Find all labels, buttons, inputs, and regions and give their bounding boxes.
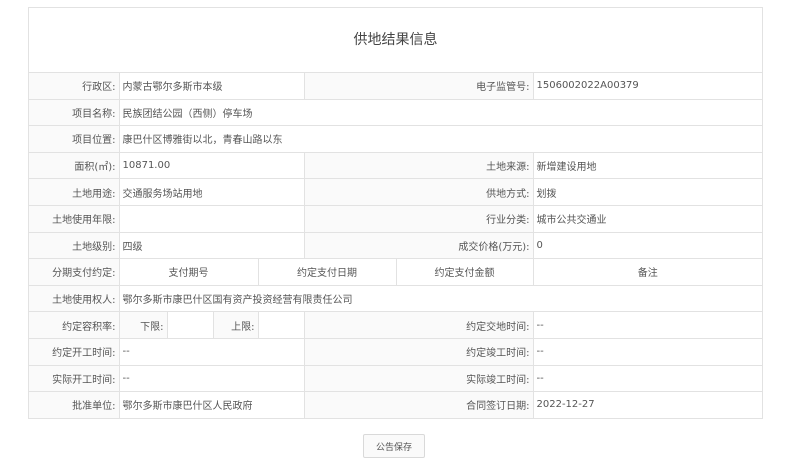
project-location-label: 项目位置: bbox=[29, 125, 120, 153]
actual-completion-value: -- bbox=[532, 364, 762, 393]
save-notice-button[interactable]: 公告保存 bbox=[363, 434, 425, 458]
row-area: 面积(㎡): 10871.00 土地来源: 新增建设用地 bbox=[29, 151, 762, 180]
payment-column-header: 约定支付金额 bbox=[395, 258, 534, 286]
land-use-label: 土地用途: bbox=[29, 178, 120, 206]
agreed-delivery-label: 约定交地时间: bbox=[303, 311, 534, 339]
land-source-label: 土地来源: bbox=[303, 151, 534, 180]
lower-limit-label: 下限: bbox=[118, 311, 168, 339]
land-source-value: 新增建设用地 bbox=[532, 151, 762, 180]
row-actual-start: 实际开工时间: -- 实际竣工时间: -- bbox=[29, 364, 762, 393]
contract-date-label: 合同签订日期: bbox=[303, 391, 534, 419]
land-user-label: 土地使用权人: bbox=[29, 284, 120, 313]
agreed-completion-value: -- bbox=[532, 337, 762, 366]
use-term-value bbox=[118, 204, 305, 233]
contract-date-value: 2022-12-27 bbox=[532, 391, 762, 419]
land-grade-label: 土地级别: bbox=[29, 231, 120, 260]
row-project-name: 项目名称: 民族团结公园（西侧）停车场 bbox=[29, 98, 762, 127]
use-term-label: 土地使用年限: bbox=[29, 204, 120, 233]
page-title: 供地结果信息 bbox=[29, 8, 762, 73]
row-land-grade: 土地级别: 四级 成交价格(万元): 0 bbox=[29, 231, 762, 260]
row-agreed-start: 约定开工时间: -- 约定竣工时间: -- bbox=[29, 337, 762, 366]
row-project-location: 项目位置: 康巴什区博雅街以北，青春山路以东 bbox=[29, 125, 762, 153]
upper-limit-value bbox=[257, 311, 305, 339]
price-label: 成交价格(万元): bbox=[303, 231, 534, 260]
payment-column-header: 约定支付日期 bbox=[257, 258, 397, 286]
row-approval: 批准单位: 鄂尔多斯市康巴什区人民政府 合同签订日期: 2022-12-27 bbox=[29, 391, 762, 419]
row-installments: 分期支付约定: 支付期号 约定支付日期 约定支付金额 备注 bbox=[29, 258, 762, 286]
row-land-use: 土地用途: 交通服务场站用地 供地方式: 划拨 bbox=[29, 178, 762, 206]
approval-unit-value: 鄂尔多斯市康巴什区人民政府 bbox=[118, 391, 305, 419]
supervision-no-label: 电子监管号: bbox=[303, 73, 534, 100]
area-value: 10871.00 bbox=[118, 151, 305, 180]
supply-method-label: 供地方式: bbox=[303, 178, 534, 206]
supply-method-value: 划拨 bbox=[532, 178, 762, 206]
area-label: 面积(㎡): bbox=[29, 151, 120, 180]
row-land-user: 土地使用权人: 鄂尔多斯市康巴什区国有资产投资经营有限责任公司 bbox=[29, 284, 762, 313]
actual-completion-label: 实际竣工时间: bbox=[303, 364, 534, 393]
price-value: 0 bbox=[532, 231, 762, 260]
approval-unit-label: 批准单位: bbox=[29, 391, 120, 419]
payment-column-header: 支付期号 bbox=[118, 258, 259, 286]
project-name-label: 项目名称: bbox=[29, 98, 120, 127]
industry-label: 行业分类: bbox=[303, 204, 534, 233]
industry-value: 城市公共交通业 bbox=[532, 204, 762, 233]
district-value: 内蒙古鄂尔多斯市本级 bbox=[118, 73, 305, 100]
land-user-value: 鄂尔多斯市康巴什区国有资产投资经营有限责任公司 bbox=[118, 284, 762, 313]
land-grade-value: 四级 bbox=[118, 231, 305, 260]
district-label: 行政区: bbox=[29, 73, 120, 100]
agreed-start-value: -- bbox=[118, 337, 305, 366]
actual-start-value: -- bbox=[118, 364, 305, 393]
agreed-delivery-value: -- bbox=[532, 311, 762, 339]
land-use-value: 交通服务场站用地 bbox=[118, 178, 305, 206]
project-name-value: 民族团结公园（西侧）停车场 bbox=[118, 98, 762, 127]
installments-label: 分期支付约定: bbox=[29, 258, 120, 286]
actual-start-label: 实际开工时间: bbox=[29, 364, 120, 393]
lower-limit-value bbox=[166, 311, 214, 339]
result-table: 行政区: 内蒙古鄂尔多斯市本级 电子监管号: 1506002022A00379 … bbox=[29, 73, 762, 419]
payment-column-header: 备注 bbox=[532, 258, 762, 286]
agreed-completion-label: 约定竣工时间: bbox=[303, 337, 534, 366]
row-far: 约定容积率: 下限: 上限: 约定交地时间: -- bbox=[29, 311, 762, 339]
result-sheet: 供地结果信息 行政区: 内蒙古鄂尔多斯市本级 电子监管号: 1506002022… bbox=[28, 7, 763, 419]
supervision-no-value: 1506002022A00379 bbox=[532, 73, 762, 100]
row-district: 行政区: 内蒙古鄂尔多斯市本级 电子监管号: 1506002022A00379 bbox=[29, 73, 762, 100]
row-use-term: 土地使用年限: 行业分类: 城市公共交通业 bbox=[29, 204, 762, 233]
upper-limit-label: 上限: bbox=[212, 311, 259, 339]
far-label: 约定容积率: bbox=[29, 311, 120, 339]
project-location-value: 康巴什区博雅街以北，青春山路以东 bbox=[118, 125, 762, 153]
agreed-start-label: 约定开工时间: bbox=[29, 337, 120, 366]
